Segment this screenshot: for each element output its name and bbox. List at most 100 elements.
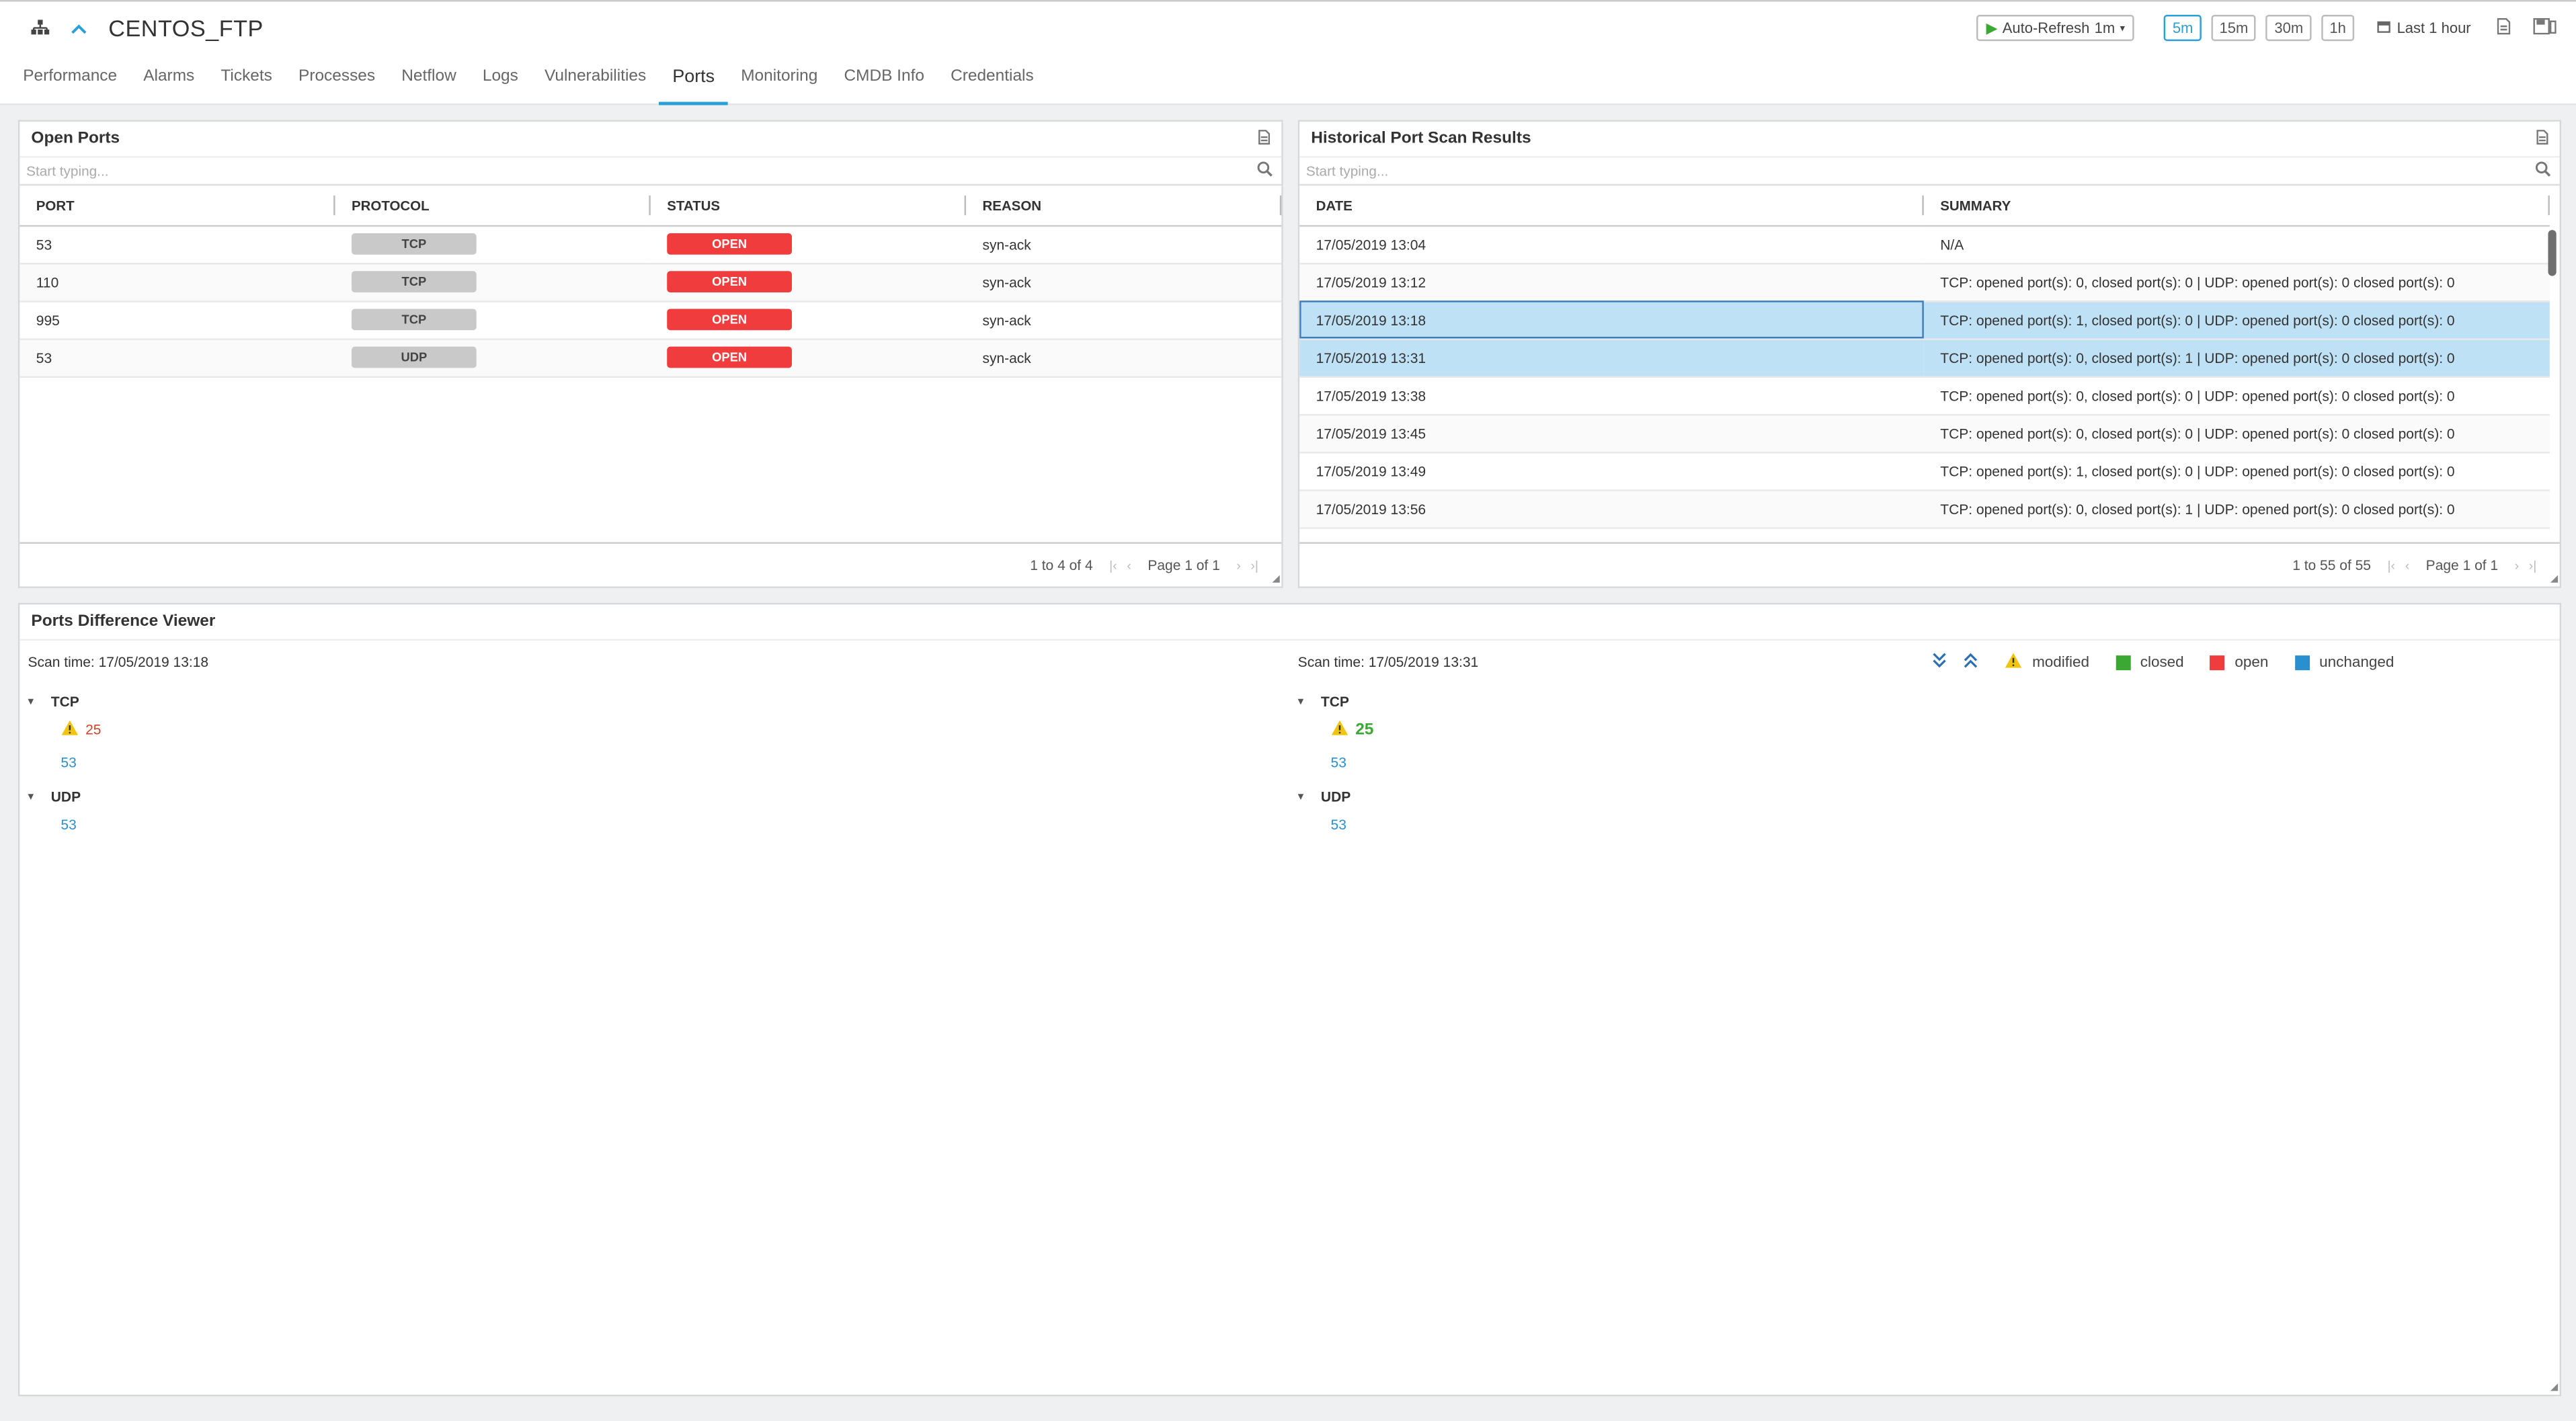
search-icon[interactable] [1257, 160, 1273, 181]
topology-icon[interactable] [30, 18, 49, 38]
table-row[interactable]: 17/05/2019 13:56 TCP: opened port(s): 0,… [1299, 489, 2550, 528]
table-row[interactable]: 17/05/2019 13:12 TCP: opened port(s): 0,… [1299, 263, 2550, 302]
tree-node-tcp[interactable]: ▾ TCP [1298, 690, 1374, 713]
tab-netflow[interactable]: Netflow [389, 64, 470, 104]
date-cell: 17/05/2019 13:18 [1299, 300, 1924, 339]
open-ports-header: Open Ports [19, 122, 1282, 158]
tab-credentials[interactable]: Credentials [938, 64, 1047, 104]
tab-alarms[interactable]: Alarms [130, 64, 208, 104]
range-5m-button[interactable]: 5m [2164, 14, 2202, 42]
history-search-input[interactable] [1305, 162, 2427, 179]
search-icon[interactable] [2535, 160, 2551, 181]
report-icon[interactable] [2497, 17, 2511, 38]
range-1h-button[interactable]: 1h [2321, 14, 2355, 42]
table-row[interactable]: 17/05/2019 13:38 TCP: opened port(s): 0,… [1299, 376, 2550, 415]
table-row[interactable]: 995 TCP OPEN syn-ack [19, 300, 1282, 339]
tab-ports[interactable]: Ports [659, 64, 728, 106]
table-row[interactable]: 17/05/2019 13:45 TCP: opened port(s): 0,… [1299, 413, 2550, 453]
resize-handle-icon[interactable]: ◢ [1272, 573, 1279, 585]
table-row[interactable]: 53 TCP OPEN syn-ack [19, 225, 1282, 264]
tab-vulnerabilities[interactable]: Vulnerabilities [531, 64, 659, 104]
history-search [1299, 158, 2560, 186]
expand-all-icon[interactable] [1932, 652, 1947, 672]
time-range-picker[interactable]: Last 1 hour [2377, 19, 2471, 36]
tree-leaf-modified[interactable]: 25 [28, 713, 101, 746]
tab-performance[interactable]: Performance [10, 64, 130, 104]
tab-cmdb-info[interactable]: CMDB Info [831, 64, 938, 104]
table-row[interactable]: 110 TCP OPEN syn-ack [19, 263, 1282, 302]
save-layout-icon[interactable] [2533, 17, 2557, 38]
legend-unchanged: unchanged [2319, 653, 2394, 671]
warning-icon [1331, 719, 1349, 739]
table-row[interactable]: 17/05/2019 13:04 N/A [1299, 225, 2550, 264]
date-cell: 17/05/2019 13:04 [1299, 225, 1924, 264]
date-cell: 17/05/2019 13:31 [1299, 338, 1924, 377]
prev-page-icon[interactable]: ‹ [1127, 558, 1131, 573]
protocol-badge: TCP [351, 309, 477, 331]
row-count: 1 to 55 of 55 [2292, 557, 2372, 573]
first-page-icon[interactable]: |‹ [2387, 558, 2395, 573]
right-port-tree: ▾ TCP 25 53 ▾ UDP 53 [1298, 690, 1374, 841]
column-header-reason[interactable]: REASON [966, 186, 1282, 227]
date-cell: 17/05/2019 13:12 [1299, 263, 1924, 302]
prev-page-icon[interactable]: ‹ [2405, 558, 2410, 573]
status-badge: OPEN [667, 271, 792, 293]
next-page-icon[interactable]: › [2515, 558, 2520, 573]
summary-cell: TCP: opened port(s): 0, closed port(s): … [1923, 413, 2550, 453]
chevron-up-icon[interactable] [69, 18, 89, 38]
caret-down-icon[interactable]: ▾ [1298, 790, 1314, 803]
tab-monitoring[interactable]: Monitoring [728, 64, 831, 104]
last-page-icon[interactable]: ›| [2529, 558, 2537, 573]
page-title: CENTOS_FTP [108, 14, 264, 42]
column-header-summary[interactable]: SUMMARY [1923, 186, 2550, 227]
resize-handle-icon[interactable]: ◢ [2550, 573, 2558, 585]
table-row-selected[interactable]: 17/05/2019 13:31 TCP: opened port(s): 0,… [1299, 338, 2550, 377]
auto-refresh-button[interactable]: ▶ Auto-Refresh 1m ▾ [1976, 14, 2135, 42]
column-header-protocol[interactable]: PROTOCOL [335, 186, 651, 227]
unchanged-swatch [2294, 654, 2310, 669]
reason-cell: syn-ack [966, 300, 1282, 339]
tab-processes[interactable]: Processes [285, 64, 388, 104]
date-cell: 17/05/2019 13:45 [1299, 413, 1924, 453]
range-30m-button[interactable]: 30m [2266, 14, 2312, 42]
calendar-icon [2377, 19, 2390, 36]
tree-leaf-unchanged[interactable]: 53 [1298, 808, 1374, 841]
tree-node-tcp[interactable]: ▾ TCP [28, 690, 102, 713]
history-scrollbar[interactable] [2548, 230, 2557, 276]
export-icon[interactable] [1258, 130, 1271, 148]
open-ports-search-input[interactable] [26, 162, 1149, 179]
column-header-status[interactable]: STATUS [650, 186, 967, 227]
diff-viewer-header: Ports Difference Viewer [19, 604, 2560, 641]
table-row-selected[interactable]: 17/05/2019 13:18 TCP: opened port(s): 1,… [1299, 300, 2550, 339]
protocol-badge: TCP [351, 233, 477, 255]
table-row[interactable]: 53 UDP OPEN syn-ack [19, 338, 1282, 377]
port-cell: 110 [19, 263, 335, 302]
status-badge: OPEN [667, 309, 792, 331]
column-header-date[interactable]: DATE [1299, 186, 1924, 227]
tree-leaf-unchanged[interactable]: 53 [28, 808, 102, 841]
tree-node-udp[interactable]: ▾ UDP [1298, 785, 1374, 808]
left-port-tree: ▾ TCP 25 53 ▾ UDP 53 [28, 690, 102, 841]
pager-nav-first-prev: |‹ ‹ [2387, 558, 2409, 573]
first-page-icon[interactable]: |‹ [1109, 558, 1117, 573]
tree-leaf-unchanged[interactable]: 53 [28, 746, 102, 779]
tree-leaf-unchanged[interactable]: 53 [1298, 746, 1374, 779]
caret-down-icon[interactable]: ▾ [1298, 695, 1314, 708]
tab-tickets[interactable]: Tickets [208, 64, 286, 104]
diff-legend: modified closed open unchanged [1932, 652, 2394, 672]
range-15m-button[interactable]: 15m [2211, 14, 2257, 42]
tab-logs[interactable]: Logs [469, 64, 531, 104]
export-icon[interactable] [2536, 130, 2548, 148]
column-header-port[interactable]: PORT [19, 186, 335, 227]
tree-node-udp[interactable]: ▾ UDP [28, 785, 102, 808]
last-page-icon[interactable]: ›| [1250, 558, 1258, 573]
resize-handle-icon[interactable]: ◢ [2550, 1381, 2558, 1393]
caret-down-icon[interactable]: ▾ [28, 695, 44, 708]
reason-cell: syn-ack [966, 225, 1282, 264]
collapse-all-icon[interactable] [1963, 652, 1978, 672]
caret-down-icon[interactable]: ▾ [28, 790, 44, 803]
next-page-icon[interactable]: › [1236, 558, 1241, 573]
tree-leaf-modified[interactable]: 25 [1298, 713, 1373, 746]
pager-nav-next-last: › ›| [1236, 558, 1258, 573]
table-row[interactable]: 17/05/2019 13:49 TCP: opened port(s): 1,… [1299, 452, 2550, 491]
